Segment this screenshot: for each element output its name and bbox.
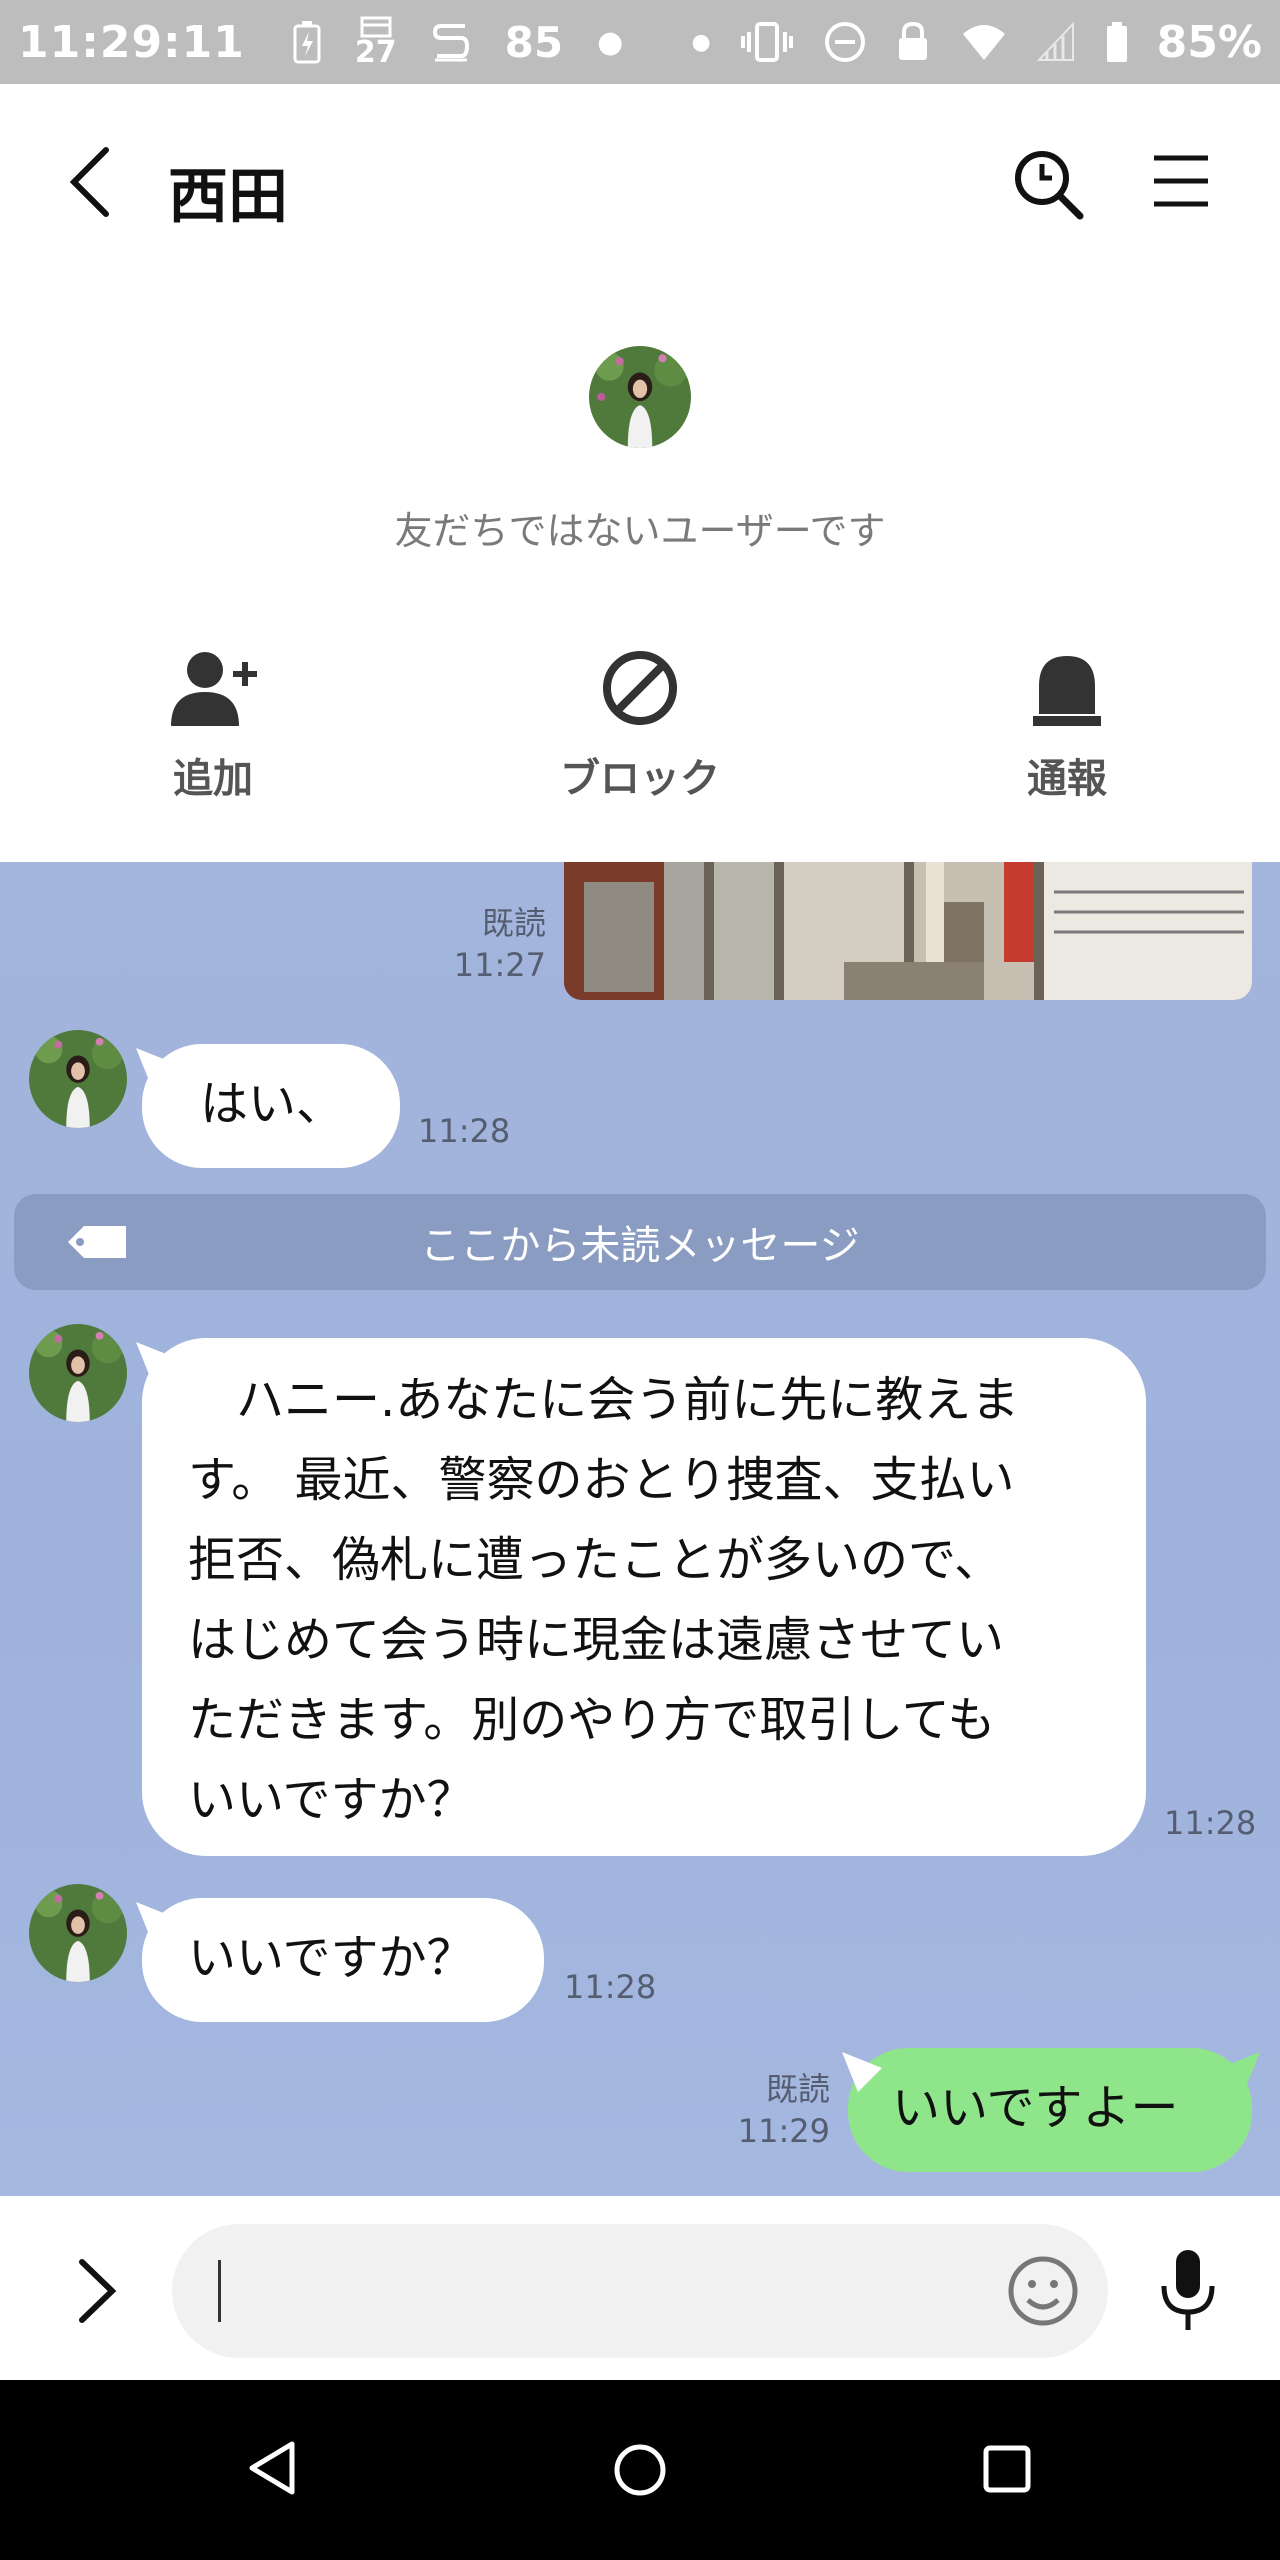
add-friend-button[interactable]: 追加 <box>93 638 333 804</box>
block-label: ブロック <box>560 756 720 802</box>
nav-recents-button[interactable] <box>982 2444 1032 2498</box>
avatar[interactable] <box>29 1884 127 1982</box>
do-not-disturb-icon <box>823 20 867 64</box>
message-input-bar <box>0 2196 1280 2380</box>
chat-header: 西田 <box>0 84 1280 280</box>
signal-icon <box>1036 20 1077 64</box>
nav-home-button[interactable] <box>612 2442 668 2502</box>
text-caret <box>218 2260 221 2322</box>
battery-charging-icon <box>293 20 321 64</box>
dot-icon: ● <box>691 29 711 55</box>
report-button[interactable]: 通報 <box>947 638 1187 804</box>
unread-divider: ここから未読メッセージ <box>14 1194 1266 1290</box>
status-time: 11:29:11 <box>18 16 245 68</box>
calendar-icon: 27 <box>355 16 397 68</box>
message-bubble[interactable]: ハニー.あなたに会う前に先に教えま す。 最近、警察のおとり捜査、支払い 拒否、… <box>142 1338 1146 1856</box>
message-time: 11:28 <box>564 1968 657 2006</box>
system-navigation-bar <box>0 2380 1280 2560</box>
menu-button[interactable] <box>1148 148 1214 214</box>
expand-button[interactable] <box>72 2256 122 2326</box>
message-line: ハニー.あなたに会う前に先に教えま <box>188 1372 1020 1428</box>
lock-icon <box>895 20 931 64</box>
search-button[interactable] <box>1008 144 1088 224</box>
avatar[interactable] <box>29 1324 127 1422</box>
non-friend-panel: 友だちではないユーザーです 追加 ブロック 通報 <box>0 280 1280 862</box>
app-s-icon <box>431 20 471 64</box>
message-line: はじめて会う時に現金は遠慮させてい <box>188 1612 1005 1668</box>
message-line: ただきます。別のやり方で取引しても <box>188 1692 996 1748</box>
message-bubble[interactable]: はい、 <box>142 1044 400 1168</box>
mic-button[interactable] <box>1158 2246 1218 2336</box>
chat-area[interactable]: 既読 11:27 はい、 11:28 ここから未読メッセージ ハニー.あなたに会… <box>0 862 1280 2196</box>
photo-message[interactable] <box>564 862 1252 1000</box>
report-label: 通報 <box>1027 756 1107 802</box>
hamburger-menu-icon <box>1154 155 1208 207</box>
notification-icons: 27 85 ● <box>293 16 623 68</box>
message-line: す。 最近、警察のおとり捜査、支払い <box>188 1452 1015 1508</box>
message-text: いいですよー <box>892 2080 1179 2136</box>
block-button[interactable]: ブロック <box>520 638 760 804</box>
battery-icon <box>1105 20 1129 64</box>
square-recents-icon <box>983 2445 1031 2493</box>
emoji-button[interactable] <box>1006 2254 1080 2328</box>
status-bar: 11:29:11 27 85 ● ● 85% <box>0 0 1280 84</box>
dot-icon: ● <box>597 24 624 60</box>
battery-percent: 85% <box>1156 16 1262 68</box>
circle-home-icon <box>614 2444 666 2496</box>
my-message-meta: 既読 11:29 <box>720 2068 830 2152</box>
message-text: いいですか？ <box>188 1930 475 1986</box>
photo-message-meta: 既読 11:27 <box>440 902 546 986</box>
read-receipt: 既読 <box>481 904 546 942</box>
message-time: 11:28 <box>1164 1804 1257 1842</box>
unread-divider-label: ここから未読メッセージ <box>420 1223 860 1269</box>
report-icon <box>1033 656 1101 726</box>
chat-title: 西田 <box>168 162 288 232</box>
message-bubble[interactable]: いいですか？ <box>142 1898 544 2022</box>
add-friend-icon <box>171 652 257 726</box>
not-friend-notice: 友だちではないユーザーです <box>394 509 886 553</box>
message-time: 11:27 <box>453 946 546 984</box>
friend-actions: 追加 ブロック 通報 <box>0 638 1280 802</box>
calendar-date: 27 <box>354 35 397 70</box>
system-icons: ● 85% <box>691 17 1262 68</box>
avatar[interactable] <box>29 1030 127 1128</box>
wifi-icon <box>959 20 1009 64</box>
chevron-right-icon <box>79 2259 117 2323</box>
avatar[interactable] <box>589 346 691 448</box>
add-friend-label: 追加 <box>173 756 253 802</box>
microphone-icon <box>1161 2250 1215 2330</box>
message-line: いいですか？ <box>188 1772 475 1828</box>
message-time: 11:29 <box>737 2112 830 2150</box>
back-button[interactable] <box>62 142 122 222</box>
vibrate-icon <box>739 20 795 64</box>
message-input[interactable] <box>172 2224 1108 2358</box>
triangle-back-icon <box>249 2441 295 2495</box>
chevron-left-icon <box>69 147 109 217</box>
my-message-bubble[interactable]: いいですよー <box>848 2048 1252 2172</box>
message-text: はい、 <box>200 1076 345 1132</box>
block-icon <box>603 651 677 725</box>
search-icon <box>1015 151 1084 220</box>
message-time: 11:28 <box>418 1112 511 1150</box>
nav-back-button[interactable] <box>246 2440 298 2500</box>
emoji-icon <box>1008 2256 1078 2326</box>
notification-count: 85 <box>504 17 564 67</box>
message-line: 拒否、偽札に遭ったことが多いので、 <box>188 1532 1003 1588</box>
tag-icon <box>66 1224 128 1270</box>
read-receipt: 既読 <box>765 2070 830 2108</box>
